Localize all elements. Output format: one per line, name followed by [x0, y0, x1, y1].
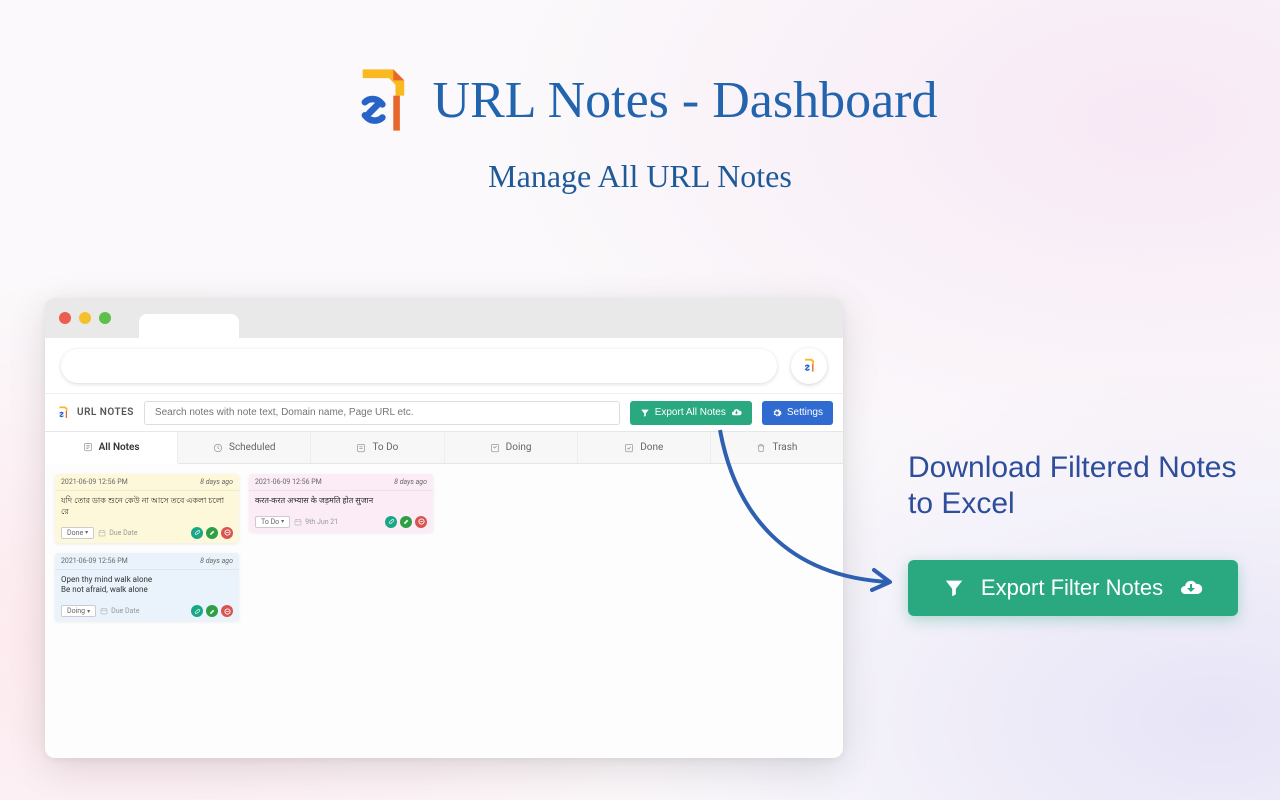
action-link-icon[interactable] [385, 516, 397, 528]
search-input[interactable] [144, 401, 620, 425]
due-date[interactable]: Due Date [98, 529, 137, 537]
status-pill[interactable]: Done ▾ [61, 527, 94, 539]
status-pill[interactable]: Doing ▾ [61, 605, 96, 617]
page-subtitle: Manage All URL Notes [0, 158, 1280, 195]
hero-title-row: URL Notes - Dashboard [0, 65, 1280, 135]
action-delete-icon[interactable] [415, 516, 427, 528]
note-body: যদি তোর ডাক শুনে কেউ না আসে তবে একলা চলো… [55, 491, 239, 523]
traffic-lights [59, 312, 111, 324]
settings-button[interactable]: Settings [762, 401, 833, 425]
tab-doing[interactable]: Doing [445, 432, 578, 463]
note-body: करत-करत अभ्यास के जड़मति होत सुजान [249, 491, 433, 512]
address-bar[interactable] [61, 349, 777, 383]
note-card[interactable]: 2021-06-09 12:56 PM 8 days ago करत-करत अ… [249, 474, 433, 532]
tab-trash[interactable]: Trash [711, 432, 843, 463]
browser-window: URL NOTES Export All Notes Settings All … [45, 298, 843, 758]
cloud-download-icon [731, 407, 742, 418]
browser-tab[interactable] [139, 314, 239, 338]
due-date[interactable]: Due Date [100, 607, 139, 615]
callout-text: Download Filtered Notes to Excel [908, 450, 1248, 522]
brand-label: URL NOTES [77, 407, 134, 418]
note-card[interactable]: 2021-06-09 12:56 PM 8 days ago যদি তোর ড… [55, 474, 239, 543]
status-pill[interactable]: To Do ▾ [255, 516, 290, 528]
action-link-icon[interactable] [191, 605, 203, 617]
maximize-icon[interactable] [99, 312, 111, 324]
tab-all-notes[interactable]: All Notes [45, 432, 178, 464]
minimize-icon[interactable] [79, 312, 91, 324]
notes-grid: 2021-06-09 12:56 PM 8 days ago যদি তোর ড… [45, 464, 843, 758]
tab-todo[interactable]: To Do [311, 432, 444, 463]
export-filter-notes-button[interactable]: Export Filter Notes [908, 560, 1238, 616]
note-age: 8 days ago [394, 478, 427, 486]
page-title: URL Notes - Dashboard [433, 71, 938, 130]
export-all-notes-button[interactable]: Export All Notes [630, 401, 752, 425]
url-notes-logo-icon [343, 65, 413, 135]
calendar-icon [98, 529, 106, 537]
done-icon [624, 443, 634, 453]
action-delete-icon[interactable] [221, 605, 233, 617]
url-notes-icon [800, 357, 818, 375]
filter-icon [943, 577, 965, 599]
filter-icon [640, 408, 650, 418]
tab-done[interactable]: Done [578, 432, 711, 463]
browser-chrome [45, 298, 843, 338]
action-edit-icon[interactable] [400, 516, 412, 528]
todo-icon [356, 443, 366, 453]
app-brand: URL NOTES [55, 405, 134, 421]
action-link-icon[interactable] [191, 527, 203, 539]
doing-icon [490, 443, 500, 453]
note-timestamp: 2021-06-09 12:56 PM [61, 557, 128, 565]
note-card[interactable]: 2021-06-09 12:56 PM 8 days ago Open thy … [55, 553, 239, 622]
clock-icon [213, 443, 223, 453]
tab-scheduled[interactable]: Scheduled [178, 432, 311, 463]
extension-button[interactable] [791, 348, 827, 384]
filter-tabs: All Notes Scheduled To Do Doing Done Tra… [45, 432, 843, 464]
note-timestamp: 2021-06-09 12:56 PM [61, 478, 128, 486]
note-age: 8 days ago [200, 478, 233, 486]
trash-icon [756, 443, 766, 453]
export-callout: Download Filtered Notes to Excel Export … [908, 450, 1248, 616]
dashboard-toolbar: URL NOTES Export All Notes Settings [45, 394, 843, 432]
due-date[interactable]: 9th Jun 21 [294, 518, 338, 526]
action-edit-icon[interactable] [206, 605, 218, 617]
note-timestamp: 2021-06-09 12:56 PM [255, 478, 322, 486]
note-body: Open thy mind walk alone Be not afraid, … [55, 570, 239, 602]
close-icon[interactable] [59, 312, 71, 324]
address-bar-row [45, 338, 843, 394]
action-edit-icon[interactable] [206, 527, 218, 539]
url-notes-icon [55, 405, 71, 421]
calendar-icon [100, 607, 108, 615]
action-delete-icon[interactable] [221, 527, 233, 539]
notes-icon [83, 442, 93, 452]
cloud-download-icon [1179, 576, 1203, 600]
note-age: 8 days ago [200, 557, 233, 565]
calendar-icon [294, 518, 302, 526]
gear-icon [772, 408, 782, 418]
